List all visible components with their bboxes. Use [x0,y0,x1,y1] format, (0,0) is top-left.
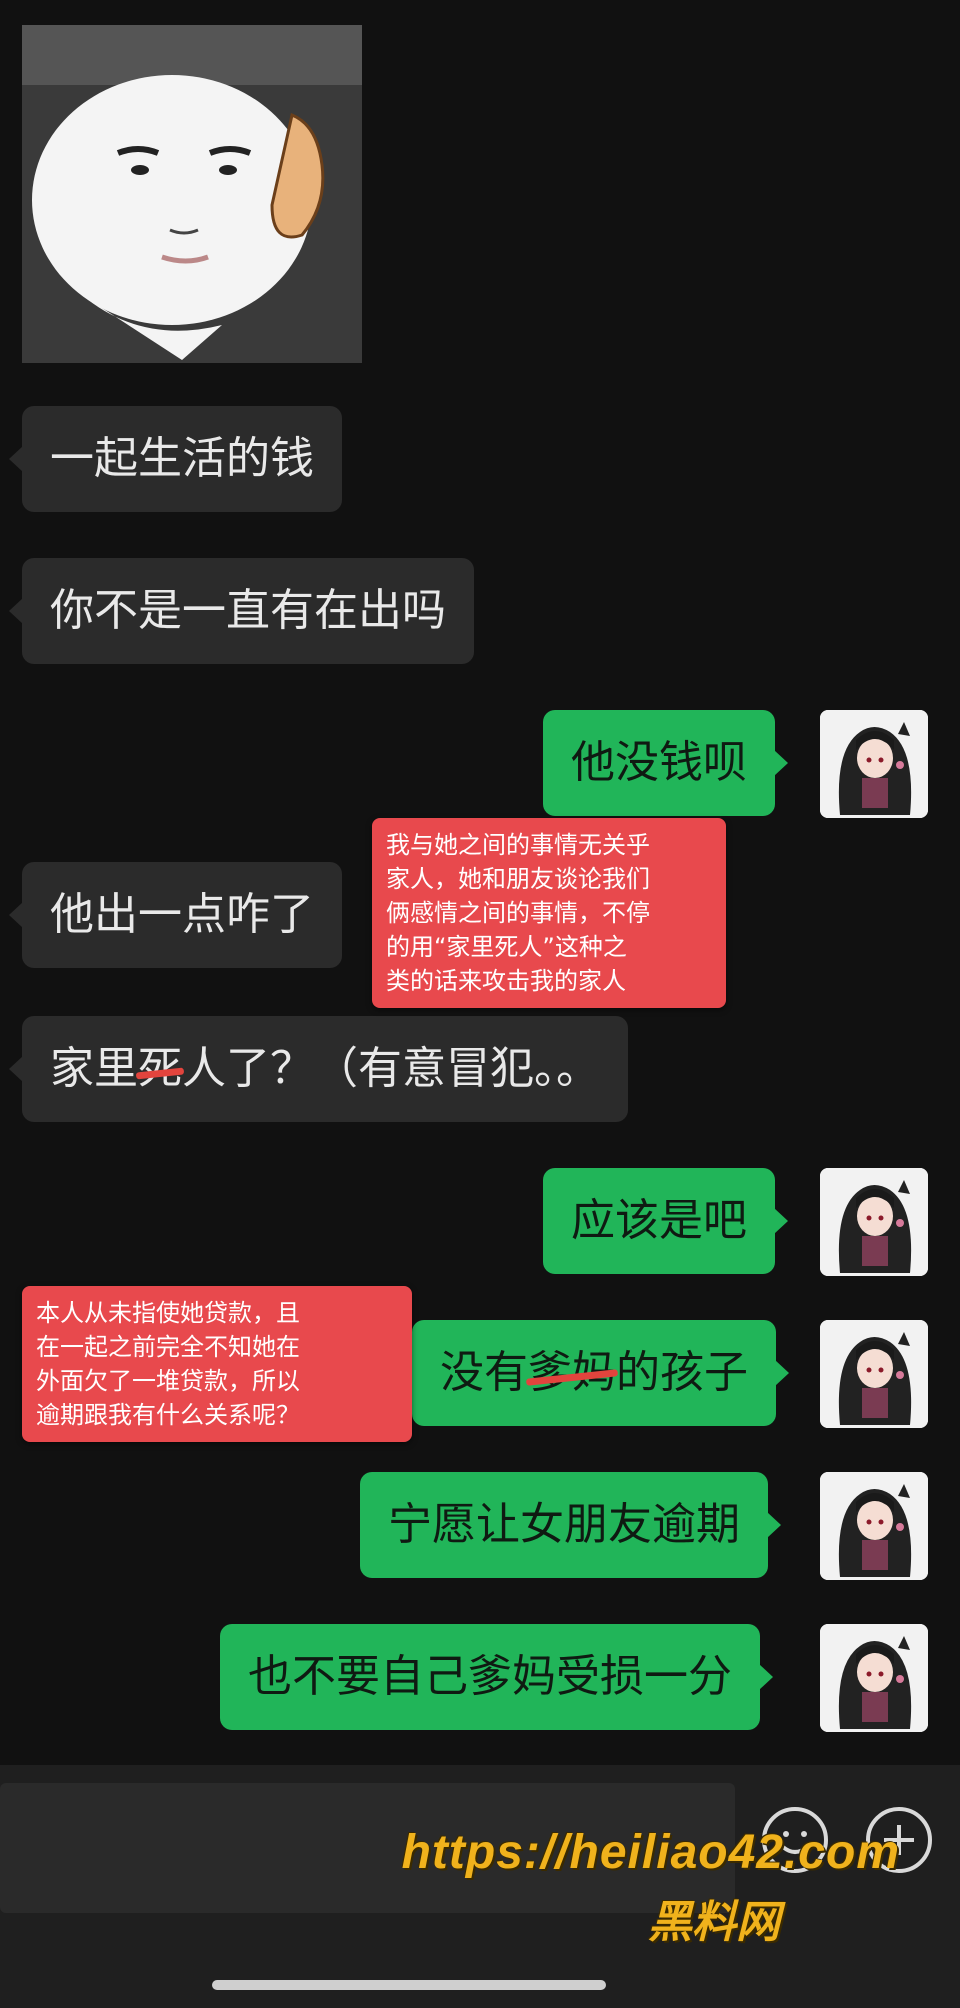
message-text: 宁愿让女朋友逾期 [388,1499,740,1550]
message-text: 他没钱呗 [571,737,747,788]
chat-message-left[interactable]: 家里死人了？（有意冒犯。。 [9,1016,628,1122]
avatar-anime-girl [820,1624,928,1732]
watermark-site: 黑料网 [648,1898,780,1947]
chat-message-right[interactable]: 宁愿让女朋友逾期 [360,1472,781,1578]
user-avatar[interactable] [820,1472,928,1580]
annotation-note: 本人从未指使她贷款，且 在一起之前完全不知她在 外面欠了一堆贷款，所以 逾期跟我… [22,1286,412,1442]
chat-message-right[interactable]: 他没钱呗 [543,710,788,816]
home-indicator [212,1980,606,1990]
message-text: 你不是一直有在出吗 [50,585,446,636]
chat-area[interactable]: 一起生活的钱 你不是一直有在出吗 他没钱呗 他出一点咋了 家里死人了？（有意冒犯… [0,0,960,1765]
message-text: 他出一点咋了 [50,889,314,940]
user-avatar[interactable] [820,1320,928,1428]
chat-message-right[interactable]: 应该是吧 [543,1168,788,1274]
message-text: 也不要自己爹妈受损一分 [248,1651,732,1702]
watermark: https://heiliao42.com 黑料网 [402,1825,900,1950]
chat-message-right[interactable]: 也不要自己爹妈受损一分 [220,1624,773,1730]
meme-face-image [22,25,362,363]
chat-message-left[interactable]: 一起生活的钱 [9,406,342,512]
watermark-url: https://heiliao42.com [401,1826,900,1879]
message-text: 没有爹妈的孩子 [440,1347,748,1398]
meme-sticker[interactable] [22,25,362,363]
annotation-note: 我与她之间的事情无关乎 家人，她和朋友谈论我们 俩感情之间的事情，不停 的用“家… [372,818,726,1008]
user-avatar[interactable] [820,1168,928,1276]
message-text: 家里死人了？（有意冒犯。。 [50,1043,600,1094]
avatar-anime-girl [820,1168,928,1276]
chat-message-right[interactable]: 没有爹妈的孩子 [412,1320,789,1426]
message-text: 应该是吧 [571,1195,747,1246]
avatar-anime-girl [820,1472,928,1580]
avatar-anime-girl [820,710,928,818]
avatar-anime-girl [820,1320,928,1428]
message-text: 一起生活的钱 [50,433,314,484]
user-avatar[interactable] [820,710,928,818]
struck-text: 死 [138,1043,182,1094]
chat-message-left[interactable]: 他出一点咋了 [9,862,342,968]
user-avatar[interactable] [820,1624,928,1732]
chat-message-left[interactable]: 你不是一直有在出吗 [9,558,474,664]
struck-text: 爹妈 [528,1347,616,1398]
